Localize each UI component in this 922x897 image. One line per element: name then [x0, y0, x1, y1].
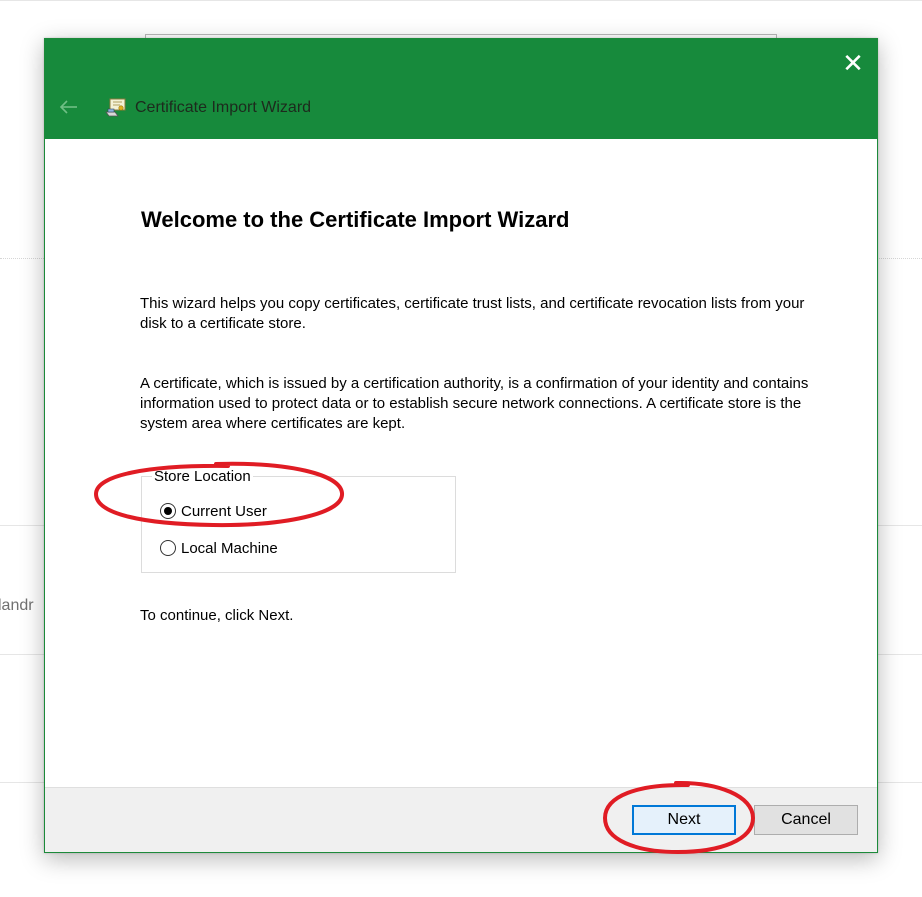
- current-user-radio[interactable]: Current User: [160, 501, 267, 521]
- close-icon: ✕: [842, 48, 864, 78]
- cancel-button[interactable]: Cancel: [754, 805, 858, 835]
- close-button[interactable]: ✕: [837, 47, 869, 79]
- intro-paragraph: This wizard helps you copy certificates,…: [140, 295, 805, 332]
- certificate-import-wizard-dialog: ✕ Certificate Import Wizard Welcome to t…: [44, 38, 878, 853]
- local-machine-label: Local Machine: [181, 539, 278, 557]
- next-button[interactable]: Next: [632, 805, 736, 835]
- local-machine-radio[interactable]: Local Machine: [160, 538, 278, 558]
- back-button[interactable]: [57, 95, 81, 119]
- continue-instruction: To continue, click Next.: [140, 607, 294, 624]
- radio-unselected-icon[interactable]: [160, 540, 176, 556]
- dialog-footer: Next Cancel: [45, 787, 877, 852]
- certificate-icon: [105, 98, 126, 117]
- radio-selected-icon[interactable]: [160, 503, 176, 519]
- window-title: Certificate Import Wizard: [135, 99, 312, 116]
- current-user-label: Current User: [181, 502, 267, 520]
- background-top-border: [0, 0, 922, 1]
- title-bar: ✕ Certificate Import Wizard: [45, 39, 877, 139]
- page-title: Welcome to the Certificate Import Wizard: [141, 207, 570, 232]
- background-partial-text: landr: [0, 597, 34, 614]
- description-paragraph: A certificate, which is issued by a cert…: [140, 375, 809, 432]
- store-location-label: Store Location: [152, 468, 253, 485]
- back-arrow-icon: [59, 100, 77, 114]
- wizard-content: Welcome to the Certificate Import Wizard…: [45, 139, 877, 789]
- store-location-group: Store Location Current User Local Machin…: [141, 468, 456, 573]
